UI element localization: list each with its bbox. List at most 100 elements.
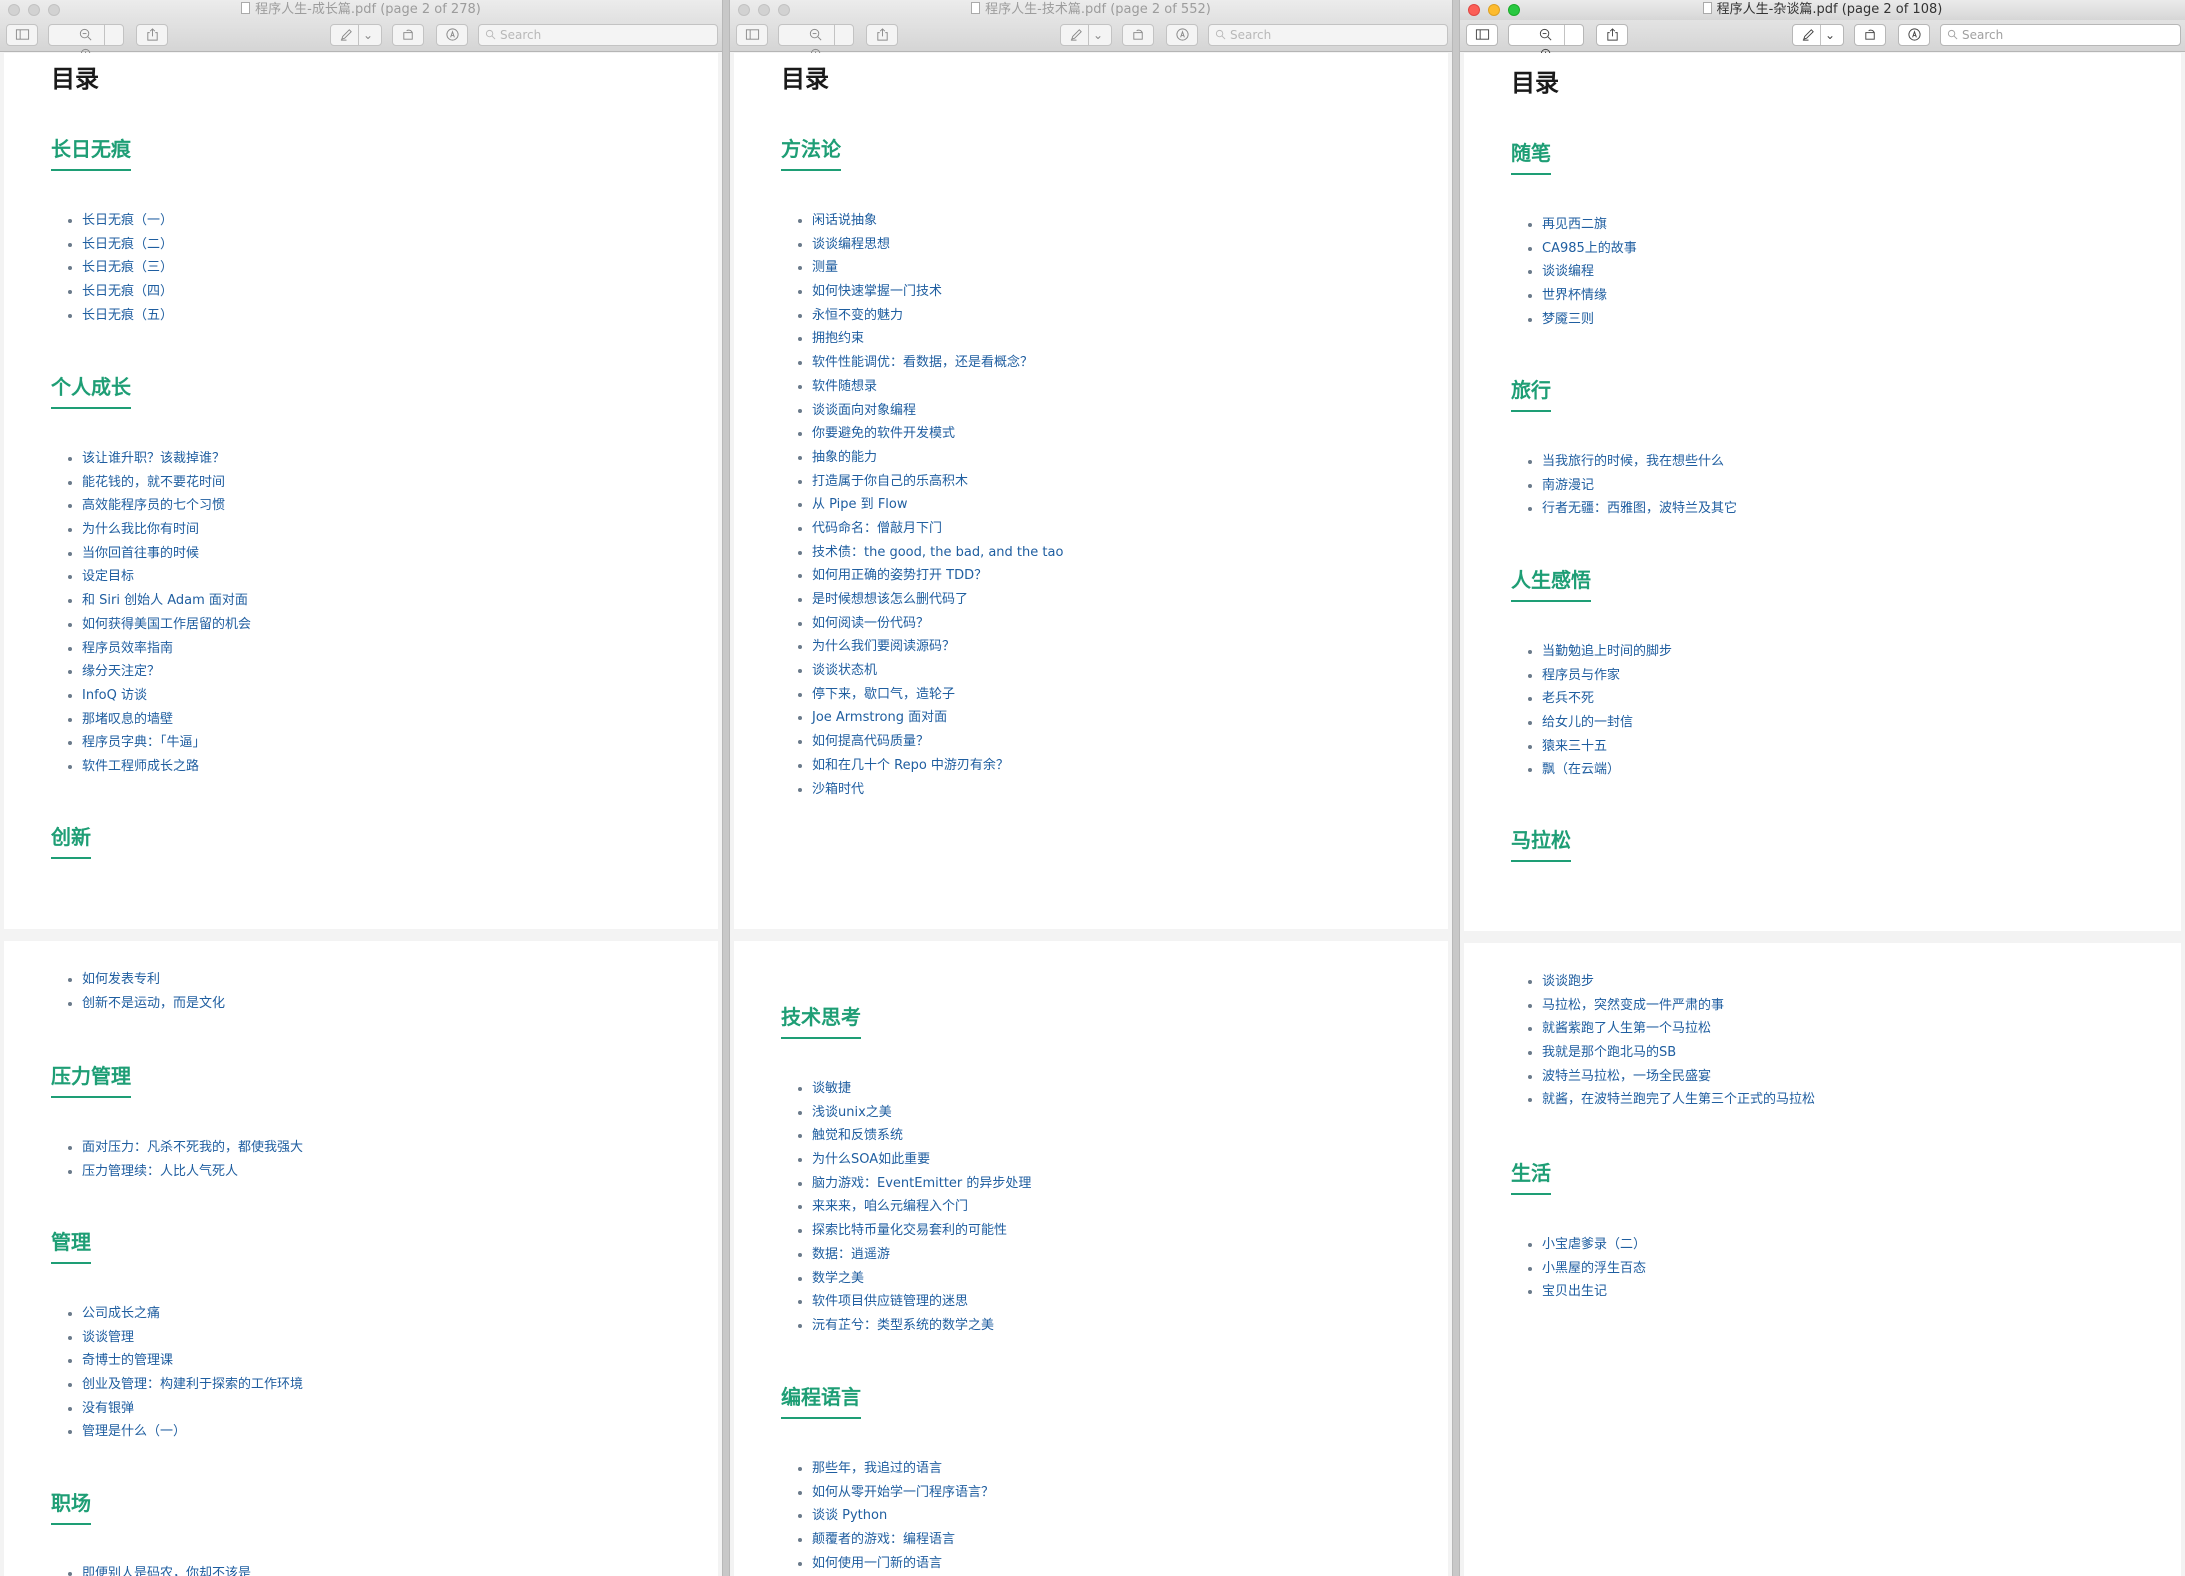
markup-toolbar-button[interactable] — [1166, 24, 1198, 46]
share-button[interactable] — [136, 24, 168, 46]
toc-link[interactable]: Joe Armstrong 面对面 — [812, 706, 1063, 730]
section-heading[interactable]: 人生感悟 — [1511, 564, 1591, 602]
section-heading-label[interactable]: 生活 — [1511, 1157, 1551, 1195]
section-heading-label[interactable]: 随笔 — [1511, 137, 1551, 175]
search-field[interactable]: Search — [1940, 24, 2181, 46]
toc-link[interactable]: 长日无痕（一） — [82, 209, 173, 233]
section-heading-label[interactable]: 个人成长 — [51, 371, 131, 409]
toc-link[interactable]: 长日无痕（二） — [82, 233, 173, 257]
toc-link[interactable]: 程序员与作家 — [1542, 664, 1672, 688]
chevron-down-icon[interactable]: ⌄ — [1093, 28, 1103, 42]
toc-link[interactable]: 测量 — [812, 256, 1063, 280]
toc-link[interactable]: 如何发表专利 — [82, 968, 225, 992]
section-heading[interactable]: 技术思考 — [781, 1001, 861, 1039]
toc-link[interactable]: 如何提高代码质量？ — [812, 730, 1063, 754]
section-heading-label[interactable]: 压力管理 — [51, 1060, 131, 1098]
zoom-button[interactable] — [48, 4, 60, 16]
toc-link[interactable]: 代码命名：僧敲月下门 — [812, 517, 1063, 541]
section-heading-label[interactable]: 长日无痕 — [51, 133, 131, 171]
section-heading-label[interactable]: 方法论 — [781, 133, 841, 171]
toc-link[interactable]: 程序员效率指南 — [82, 637, 251, 661]
sidebar-toggle-button[interactable] — [736, 24, 768, 46]
section-heading[interactable]: 长日无痕 — [51, 133, 131, 171]
toc-link[interactable]: 小黑屋的浮生百态 — [1542, 1257, 1646, 1281]
section-heading[interactable]: 压力管理 — [51, 1060, 131, 1098]
markup-pen-button[interactable]: ⌄ — [1060, 24, 1112, 46]
toc-link[interactable]: 永恒不变的魅力 — [812, 304, 1063, 328]
section-heading[interactable]: 管理 — [51, 1226, 91, 1264]
toc-link[interactable]: 如和在几十个 Repo 中游刃有余？ — [812, 754, 1063, 778]
toc-link[interactable]: 软件工程师成长之路 — [82, 755, 251, 779]
toc-link[interactable]: 我就是那个跑北马的SB — [1542, 1041, 1815, 1065]
section-heading-label[interactable]: 职场 — [51, 1487, 91, 1525]
minimize-button[interactable] — [28, 4, 40, 16]
toc-link[interactable]: 沅有芷兮：类型系统的数学之美 — [812, 1314, 1031, 1338]
toc-link[interactable]: 谈谈跑步 — [1542, 970, 1815, 994]
toc-link[interactable]: 就酱紫跑了人生第一个马拉松 — [1542, 1017, 1815, 1041]
section-heading[interactable]: 方法论 — [781, 133, 841, 171]
toc-link[interactable]: 颠覆者的游戏：编程语言 — [812, 1528, 994, 1552]
toc-link[interactable]: 老兵不死 — [1542, 687, 1672, 711]
section-heading-label[interactable]: 创新 — [51, 821, 91, 859]
toc-link[interactable]: 宝贝出生记 — [1542, 1280, 1646, 1304]
toc-link[interactable]: 长日无痕（五） — [82, 304, 173, 328]
toc-link[interactable]: 没有银弹 — [82, 1397, 303, 1421]
toc-link[interactable]: 再见西二旗 — [1542, 213, 1637, 237]
zoom-out-button[interactable] — [67, 25, 104, 45]
toc-link[interactable]: 软件性能调优：看数据，还是看概念？ — [812, 351, 1063, 375]
toc-link[interactable]: 如何用正确的姿势打开 TDD？ — [812, 564, 1063, 588]
toc-link[interactable]: 创业及管理：构建利于探索的工作环境 — [82, 1373, 303, 1397]
toc-link[interactable]: 压力管理续：人比人气死人 — [82, 1160, 303, 1184]
chevron-down-icon[interactable]: ⌄ — [363, 28, 373, 42]
markup-toolbar-button[interactable] — [1898, 24, 1930, 46]
toc-link[interactable]: 软件项目供应链管理的迷思 — [812, 1290, 1031, 1314]
toc-link[interactable]: 谈谈面向对象编程 — [812, 399, 1063, 423]
toc-link[interactable]: 长日无痕（三） — [82, 256, 173, 280]
toc-link[interactable]: 停下来，歇口气，造轮子 — [812, 683, 1063, 707]
markup-toolbar-button[interactable] — [436, 24, 468, 46]
section-heading-label[interactable]: 马拉松 — [1511, 824, 1571, 862]
toc-link[interactable]: 世界杯情缘 — [1542, 284, 1637, 308]
section-heading-label[interactable]: 管理 — [51, 1226, 91, 1264]
toc-link[interactable]: 数据：逍遥游 — [812, 1243, 1031, 1267]
toc-link[interactable]: 高效能程序员的七个习惯 — [82, 494, 251, 518]
toc-link[interactable]: 马拉松，突然变成一件严肃的事 — [1542, 994, 1815, 1018]
section-heading-label[interactable]: 编程语言 — [781, 1381, 861, 1419]
toc-link[interactable]: 为什么SOA如此重要 — [812, 1148, 1031, 1172]
close-button[interactable] — [1468, 4, 1480, 16]
section-heading-label[interactable]: 旅行 — [1511, 374, 1551, 412]
toc-link[interactable]: 公司成长之痛 — [82, 1302, 303, 1326]
toc-link[interactable]: 软件随想录 — [812, 375, 1063, 399]
section-heading-label[interactable]: 人生感悟 — [1511, 564, 1591, 602]
title-bar[interactable]: 程序人生-成长篇.pdf (page 2 of 278) — [0, 0, 722, 20]
toc-link[interactable]: 谈谈编程 — [1542, 260, 1637, 284]
toc-link[interactable]: 谈谈 Python — [812, 1504, 994, 1528]
zoom-button[interactable] — [1508, 4, 1520, 16]
toc-link[interactable]: 谈谈管理 — [82, 1326, 303, 1350]
toc-link[interactable]: 创新不是运动，而是文化 — [82, 992, 225, 1016]
toc-link[interactable]: 长日无痕（四） — [82, 280, 173, 304]
toc-link[interactable]: 如何从零开始学一门程序语言？ — [812, 1481, 994, 1505]
section-heading[interactable]: 编程语言 — [781, 1381, 861, 1419]
minimize-button[interactable] — [758, 4, 770, 16]
markup-pen-button[interactable]: ⌄ — [1792, 24, 1844, 46]
toc-link[interactable]: 设定目标 — [82, 565, 251, 589]
minimize-button[interactable] — [1488, 4, 1500, 16]
section-heading[interactable]: 个人成长 — [51, 371, 131, 409]
toc-link[interactable]: 谈谈状态机 — [812, 659, 1063, 683]
toc-link[interactable]: 就酱，在波特兰跑完了人生第三个正式的马拉松 — [1542, 1088, 1815, 1112]
toc-link[interactable]: 浅谈unix之美 — [812, 1101, 1031, 1125]
toc-link[interactable]: 那些年，我追过的语言 — [812, 1457, 994, 1481]
rotate-button[interactable] — [392, 24, 424, 46]
toc-link[interactable]: 触觉和反馈系统 — [812, 1124, 1031, 1148]
share-button[interactable] — [866, 24, 898, 46]
toc-link[interactable]: 如何阅读一份代码？ — [812, 612, 1063, 636]
toc-link[interactable]: 和 Siri 创始人 Adam 面对面 — [82, 589, 251, 613]
toc-link[interactable]: 脑力游戏：EventEmitter 的异步处理 — [812, 1172, 1031, 1196]
sidebar-toggle-button[interactable] — [6, 24, 38, 46]
toc-link[interactable]: 当我旅行的时候，我在想些什么 — [1542, 450, 1737, 474]
zoom-out-button[interactable] — [1527, 25, 1564, 45]
toc-link[interactable]: 梦魇三则 — [1542, 308, 1637, 332]
preview-window-misc[interactable]: 程序人生-杂谈篇.pdf (page 2 of 108) ⌄ Search 目录… — [1460, 0, 2185, 1576]
toc-link[interactable]: 管理是什么（一） — [82, 1420, 303, 1444]
